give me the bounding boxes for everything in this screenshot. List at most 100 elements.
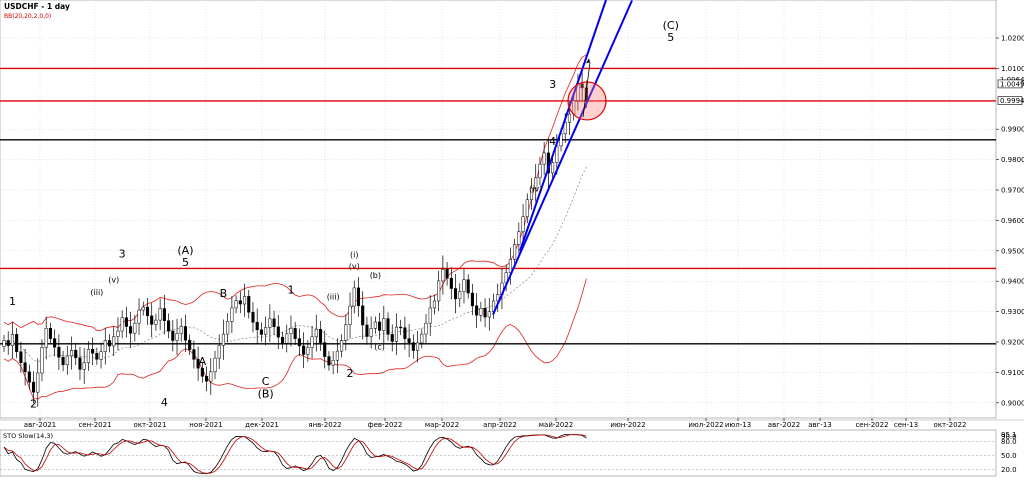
candle-body-26 — [112, 336, 116, 347]
wave-label-23: (c) — [374, 343, 385, 352]
candle-body-72 — [306, 347, 310, 355]
main-plot-frame — [0, 0, 997, 419]
wave-label-15: 5 — [667, 31, 674, 44]
candle-body-121 — [513, 244, 517, 260]
candle-body-8 — [36, 372, 40, 393]
candle-body-89 — [378, 321, 382, 331]
candle-body-76 — [323, 342, 327, 357]
candle-body-48 — [205, 376, 209, 382]
candle-body-61 — [259, 329, 263, 335]
candle-body-127 — [538, 163, 542, 179]
candle-body-5 — [23, 362, 27, 373]
candle-body-11 — [48, 328, 52, 339]
candle-body-113 — [479, 308, 483, 316]
candle-body-14 — [61, 356, 65, 366]
candle-body-99 — [420, 333, 424, 344]
candle-body-34 — [145, 306, 150, 317]
candle-body-120 — [508, 259, 512, 273]
price-axis: 1.0200 1.0100 0.9900 0.9800 0.9700 0.9600 0.95… — [996, 35, 1024, 407]
candle-body-31 — [133, 322, 137, 334]
candle-body-94 — [399, 326, 403, 329]
wave-label-2: 3 — [119, 247, 126, 260]
candle-body-4 — [19, 351, 23, 363]
candle-body-82 — [348, 305, 352, 325]
candle-body-134 — [567, 113, 572, 123]
x-tick-label-6: фев-2022 — [368, 421, 403, 429]
candle-body-81 — [344, 324, 348, 341]
sto-tick-label-1: 50.0 — [1001, 452, 1017, 460]
candle-body-6 — [27, 371, 31, 383]
candle-body-91 — [386, 318, 390, 335]
candle-body-29 — [124, 317, 128, 327]
candle-body-30 — [129, 326, 133, 334]
x-tick-label-16: сен-13 — [894, 421, 918, 429]
candle-body-122 — [517, 231, 521, 245]
candle-body-59 — [251, 311, 255, 323]
price-tag-label-1: 1.0049 — [1000, 80, 1024, 88]
candle-body-87 — [369, 328, 373, 337]
candle-body-3 — [15, 334, 19, 352]
candle-body-96 — [407, 338, 411, 343]
candle-body-32 — [137, 309, 141, 324]
wave-label-8: C — [262, 375, 270, 388]
candle-body-19 — [82, 362, 86, 370]
candle-body-108 — [458, 291, 462, 300]
candle-body-77 — [327, 356, 331, 366]
candle-body-92 — [390, 334, 394, 342]
candle-body-52 — [221, 333, 225, 346]
wave-label-10: 1 — [287, 283, 294, 296]
y-tick-label-5: 0.9600 — [1001, 217, 1024, 225]
y-tick-label-0: 1.0200 — [1001, 35, 1024, 43]
candle-body-100 — [424, 322, 428, 335]
candle-body-93 — [394, 326, 399, 342]
y-tick-label-2: 0.9900 — [1001, 126, 1024, 134]
candle-body-65 — [276, 326, 280, 338]
candle-body-88 — [373, 321, 377, 329]
chart-svg: 1234(A)5BAC(B)1234(C)5(iii)(v)(i)(v)(iii… — [0, 0, 1024, 477]
wave-label-22: (iv) — [529, 185, 542, 194]
candle-body-25 — [107, 340, 112, 347]
candle-body-17 — [74, 349, 78, 359]
candle-body-28 — [120, 317, 124, 332]
candle-body-37 — [158, 308, 162, 321]
candle-body-101 — [428, 307, 432, 324]
candle-body-39 — [167, 320, 171, 332]
candle-body-98 — [416, 342, 420, 351]
candle-body-86 — [365, 324, 369, 337]
candle-body-41 — [175, 333, 179, 341]
wave-label-18: (i) — [350, 250, 358, 259]
candle-body-66 — [280, 336, 285, 344]
candle-body-114 — [483, 308, 487, 318]
candle-body-47 — [200, 367, 204, 377]
x-tick-label-9: май-2022 — [539, 421, 573, 429]
candle-body-90 — [382, 318, 386, 331]
candle-body-124 — [525, 199, 529, 218]
x-tick-label-17: окт-2022 — [934, 421, 967, 429]
candle-body-112 — [475, 305, 479, 316]
candle-body-128 — [542, 152, 546, 165]
candle-body-102 — [432, 300, 436, 309]
x-tick-label-11: июл-2022 — [688, 421, 723, 429]
wave-label-1: 2 — [30, 397, 37, 410]
x-tick-label-13: авг-2022 — [768, 421, 800, 429]
candle-body-7 — [31, 381, 36, 393]
candle-body-104 — [441, 269, 445, 282]
y-tick-label-4: 0.9700 — [1001, 187, 1024, 195]
candle-body-73 — [310, 336, 314, 348]
candle-body-57 — [242, 296, 247, 305]
candle-body-24 — [103, 340, 107, 352]
candle-body-10 — [44, 328, 48, 348]
stochastic-label: STO Slow(14,3) — [3, 432, 53, 440]
candle-body-130 — [551, 162, 555, 174]
candle-body-9 — [40, 347, 44, 374]
wave-label-20: (iii) — [327, 292, 340, 301]
x-tick-label-10: июн-2022 — [610, 421, 645, 429]
candle-body-70 — [297, 338, 301, 347]
candle-body-71 — [302, 345, 306, 355]
candle-body-95 — [403, 327, 407, 339]
candle-body-55 — [234, 300, 238, 309]
candle-body-85 — [361, 305, 365, 326]
candle-body-64 — [272, 318, 276, 328]
candle-body-15 — [65, 355, 69, 366]
candle-body-49 — [209, 371, 213, 382]
